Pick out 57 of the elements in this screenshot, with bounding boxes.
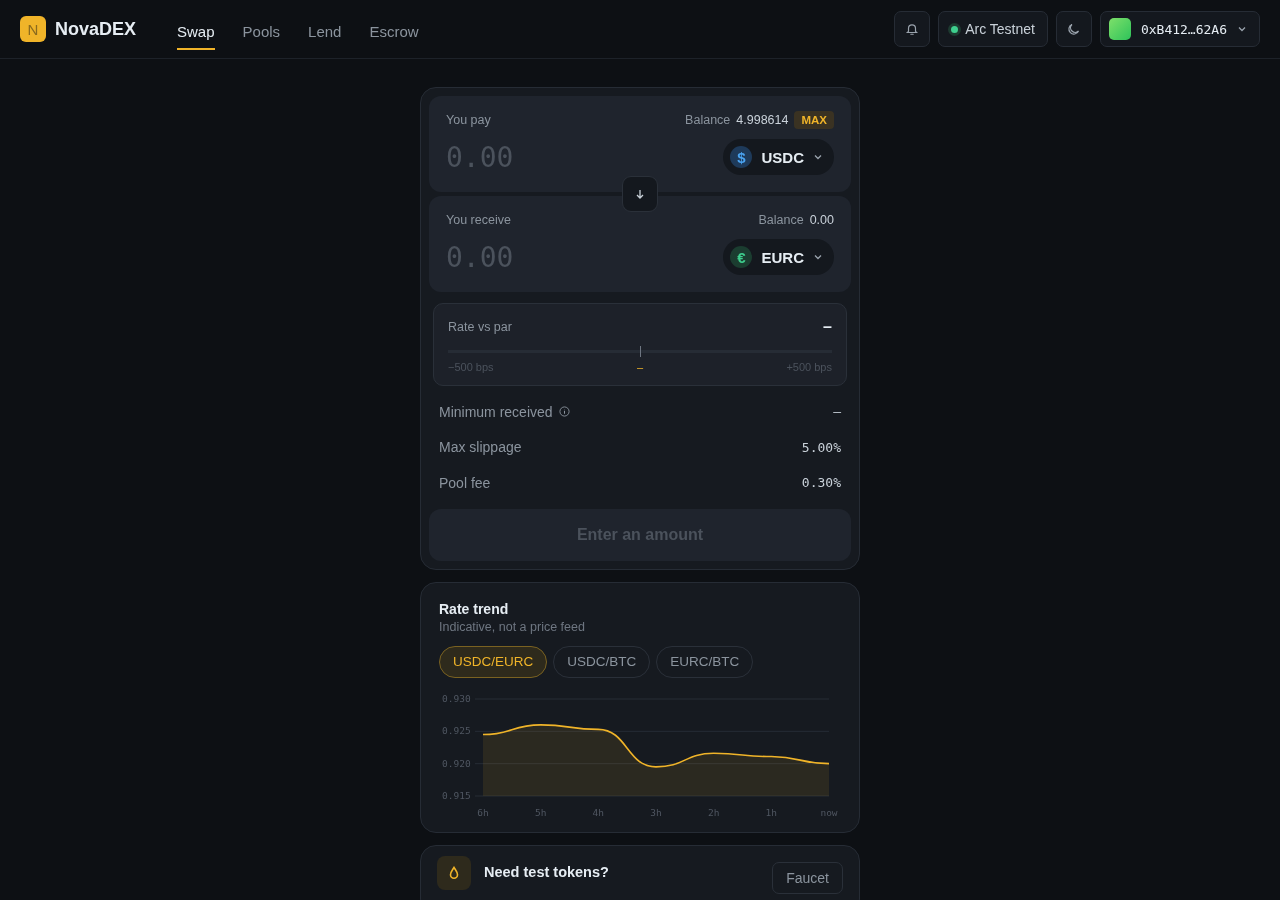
x-tick-label: 2h [707, 806, 720, 818]
balance-label: Balance [685, 113, 731, 127]
chevron-down-icon [1237, 24, 1247, 34]
arrow-down-icon [634, 188, 646, 200]
x-tick-label: 5h [534, 806, 547, 818]
panel-label: You receive [446, 213, 511, 227]
rate-value: – [823, 318, 832, 336]
x-tick-label: now [820, 806, 838, 818]
nav-tab[interactable]: Lend [308, 12, 342, 50]
token-icon: $ [730, 146, 753, 168]
y-tick-label: 0.930 [442, 692, 471, 704]
wallet-address: 0xB412…62A6 [1140, 21, 1227, 37]
wallet-avatar-icon [1108, 18, 1131, 40]
notifications-button[interactable] [894, 11, 931, 47]
chevron-down-icon [813, 252, 823, 262]
detail-label: Minimum received [439, 403, 553, 420]
app-name: NovaDEX [55, 18, 137, 40]
balance-value: 4.998614 [736, 113, 789, 127]
y-tick-label: 0.915 [442, 789, 471, 801]
card-title: Rate trend [439, 600, 510, 617]
logo-icon: N [20, 16, 46, 42]
detail-value: – [833, 404, 841, 420]
nav-tab[interactable]: Escrow [369, 12, 419, 50]
x-tick-label: 1h [765, 806, 778, 818]
x-tick-label: 6h [477, 806, 489, 818]
rate-label: Rate vs par [448, 320, 512, 334]
network-button[interactable]: Arc Testnet [938, 11, 1048, 47]
drop-icon [437, 855, 471, 890]
x-tick-label: 4h [592, 806, 605, 818]
card-subtitle: Indicative, not a price feed [439, 619, 586, 634]
detail-value: 5.00% [801, 439, 841, 455]
token-icon: € [730, 246, 753, 268]
token-selector[interactable]: $ USDC [723, 139, 834, 175]
wallet-button[interactable]: 0xB412…62A6 [1099, 11, 1260, 47]
balance-label: Balance [758, 213, 804, 227]
y-tick-label: 0.920 [442, 757, 471, 769]
x-tick-label: 3h [650, 806, 662, 818]
network-label: Arc Testnet [965, 21, 1035, 37]
nav-tab[interactable]: Pools [242, 12, 281, 50]
pair-tab[interactable]: USDC/EURC [439, 645, 548, 678]
token-selector[interactable]: € EURC [723, 239, 834, 275]
y-tick-label: 0.925 [442, 724, 471, 736]
balance-value: 0.00 [809, 213, 834, 227]
detail-label: Max slippage [439, 439, 522, 456]
faucet-button[interactable]: Faucet [772, 861, 843, 894]
panel-label: You pay [446, 113, 491, 127]
detail-label: Pool fee [439, 474, 491, 491]
swap-direction-button[interactable] [622, 176, 658, 212]
rate-marker-label: – [636, 361, 644, 373]
moon-icon [1066, 21, 1082, 37]
max-button[interactable]: MAX [794, 111, 834, 129]
bell-icon [905, 22, 920, 36]
detail-value: 0.30% [801, 475, 841, 491]
nav-tab[interactable]: Swap [177, 12, 215, 50]
theme-toggle-button[interactable] [1055, 11, 1092, 47]
chevron-down-icon [813, 152, 823, 162]
faucet-title: Need test tokens? [484, 863, 609, 880]
